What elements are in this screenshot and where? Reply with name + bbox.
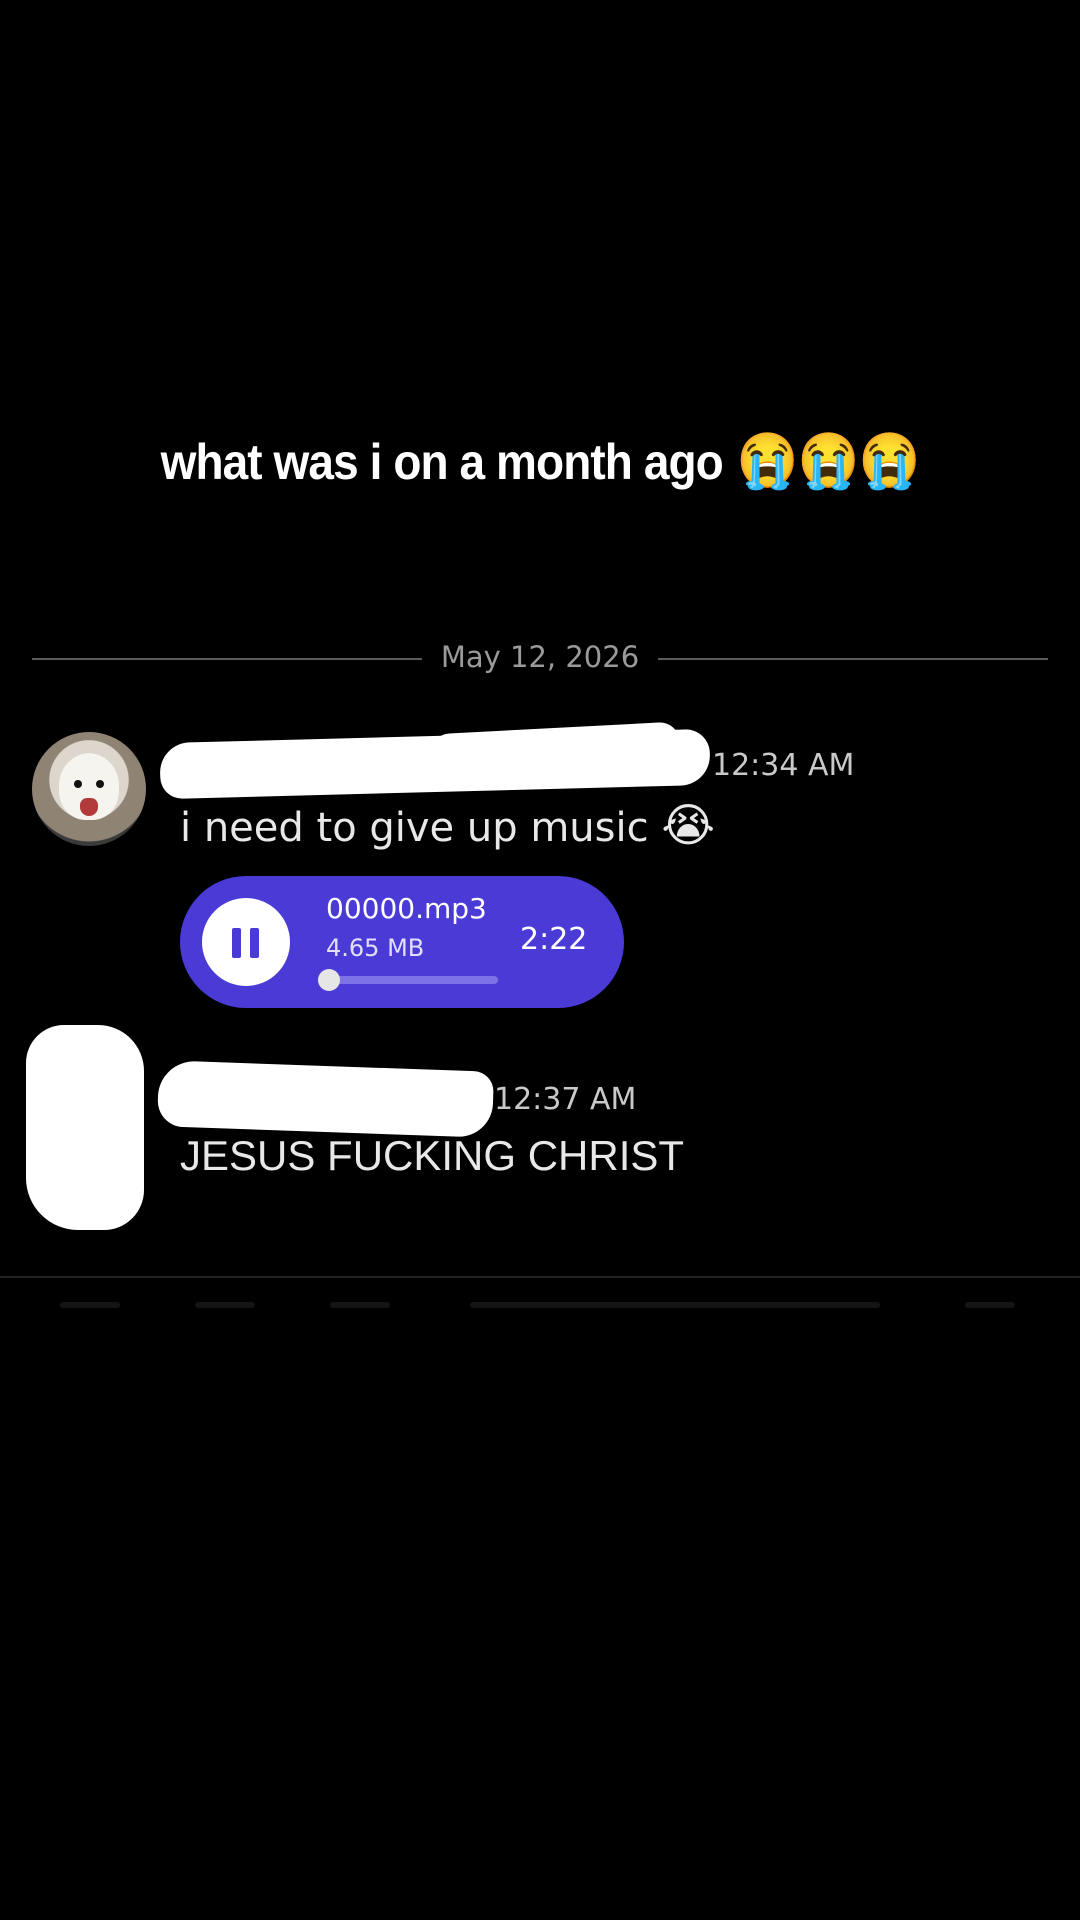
- crying-emoji-icon: 😭😭😭: [736, 431, 921, 491]
- avatar[interactable]: [32, 732, 146, 846]
- composer-divider: [0, 1276, 1080, 1278]
- toolbar-ghost: [330, 1302, 390, 1308]
- pause-icon: [232, 928, 241, 958]
- avatar-redaction: [26, 1025, 144, 1230]
- dog-eye: [96, 780, 104, 788]
- caption-text: what was i on a month ago: [160, 434, 724, 490]
- crying-emoji-icon: 😭: [661, 798, 716, 852]
- toolbar-ghost: [60, 1302, 120, 1308]
- message-text: i need to give up music 😭: [180, 798, 715, 852]
- dog-eye: [74, 780, 82, 788]
- username-redaction: [156, 1060, 495, 1138]
- message-text: JESUS FUCKING CHRIST: [180, 1132, 685, 1179]
- audio-file-size: 4.65 MB: [326, 934, 425, 962]
- toolbar-ghost: [195, 1302, 255, 1308]
- audio-seek-handle[interactable]: [318, 969, 341, 991]
- date-divider: May 12, 2026: [32, 640, 1048, 676]
- divider-line: [658, 658, 1048, 660]
- dog-mouth: [80, 798, 98, 816]
- message-input-ghost: [470, 1302, 880, 1308]
- pause-icon: [250, 928, 259, 958]
- audio-attachment-player[interactable]: 00000.mp3 4.65 MB 2:22: [180, 876, 624, 1008]
- pause-button[interactable]: [202, 898, 290, 986]
- date-label: May 12, 2026: [440, 640, 640, 674]
- toolbar-ghost: [965, 1302, 1015, 1308]
- audio-filename: 00000.mp3: [326, 892, 487, 925]
- message-body: i need to give up music: [180, 805, 649, 851]
- message-timestamp: 12:34 AM: [712, 748, 855, 783]
- video-caption: what was i on a month ago 😭😭😭: [43, 430, 1037, 493]
- message-timestamp: 12:37 AM: [494, 1082, 637, 1117]
- audio-duration: 2:22: [520, 922, 588, 957]
- audio-progress-track[interactable]: [318, 969, 498, 991]
